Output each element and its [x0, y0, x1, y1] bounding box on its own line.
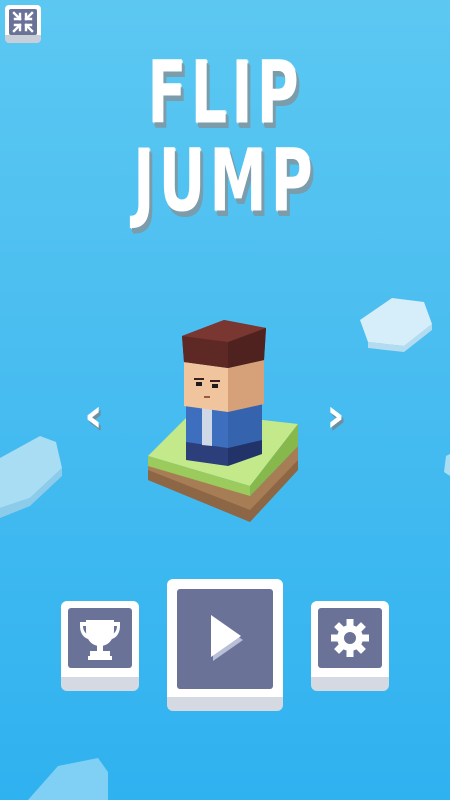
- compress-icon: [12, 11, 34, 33]
- next-character-button[interactable]: ›: [326, 388, 345, 442]
- game-title-line2: JUMP: [133, 132, 317, 232]
- prev-character-button[interactable]: ‹: [84, 388, 103, 442]
- leaderboard-button[interactable]: [61, 601, 139, 691]
- cloud-edge-right: [444, 454, 450, 476]
- cloud-right: [360, 298, 432, 352]
- settings-button[interactable]: [311, 601, 389, 691]
- cloud-left: [0, 436, 62, 518]
- trophy-icon: [80, 620, 120, 660]
- gear-icon: [331, 619, 369, 657]
- minimize-button[interactable]: [5, 5, 41, 43]
- play-icon: [211, 615, 243, 661]
- character-platform: [148, 320, 298, 522]
- cloud-bottom: [28, 758, 108, 800]
- game-title-line1: FLIP: [147, 44, 303, 144]
- game-screen: FLIP JUMP ‹ ›: [0, 0, 450, 800]
- play-button[interactable]: [167, 579, 283, 711]
